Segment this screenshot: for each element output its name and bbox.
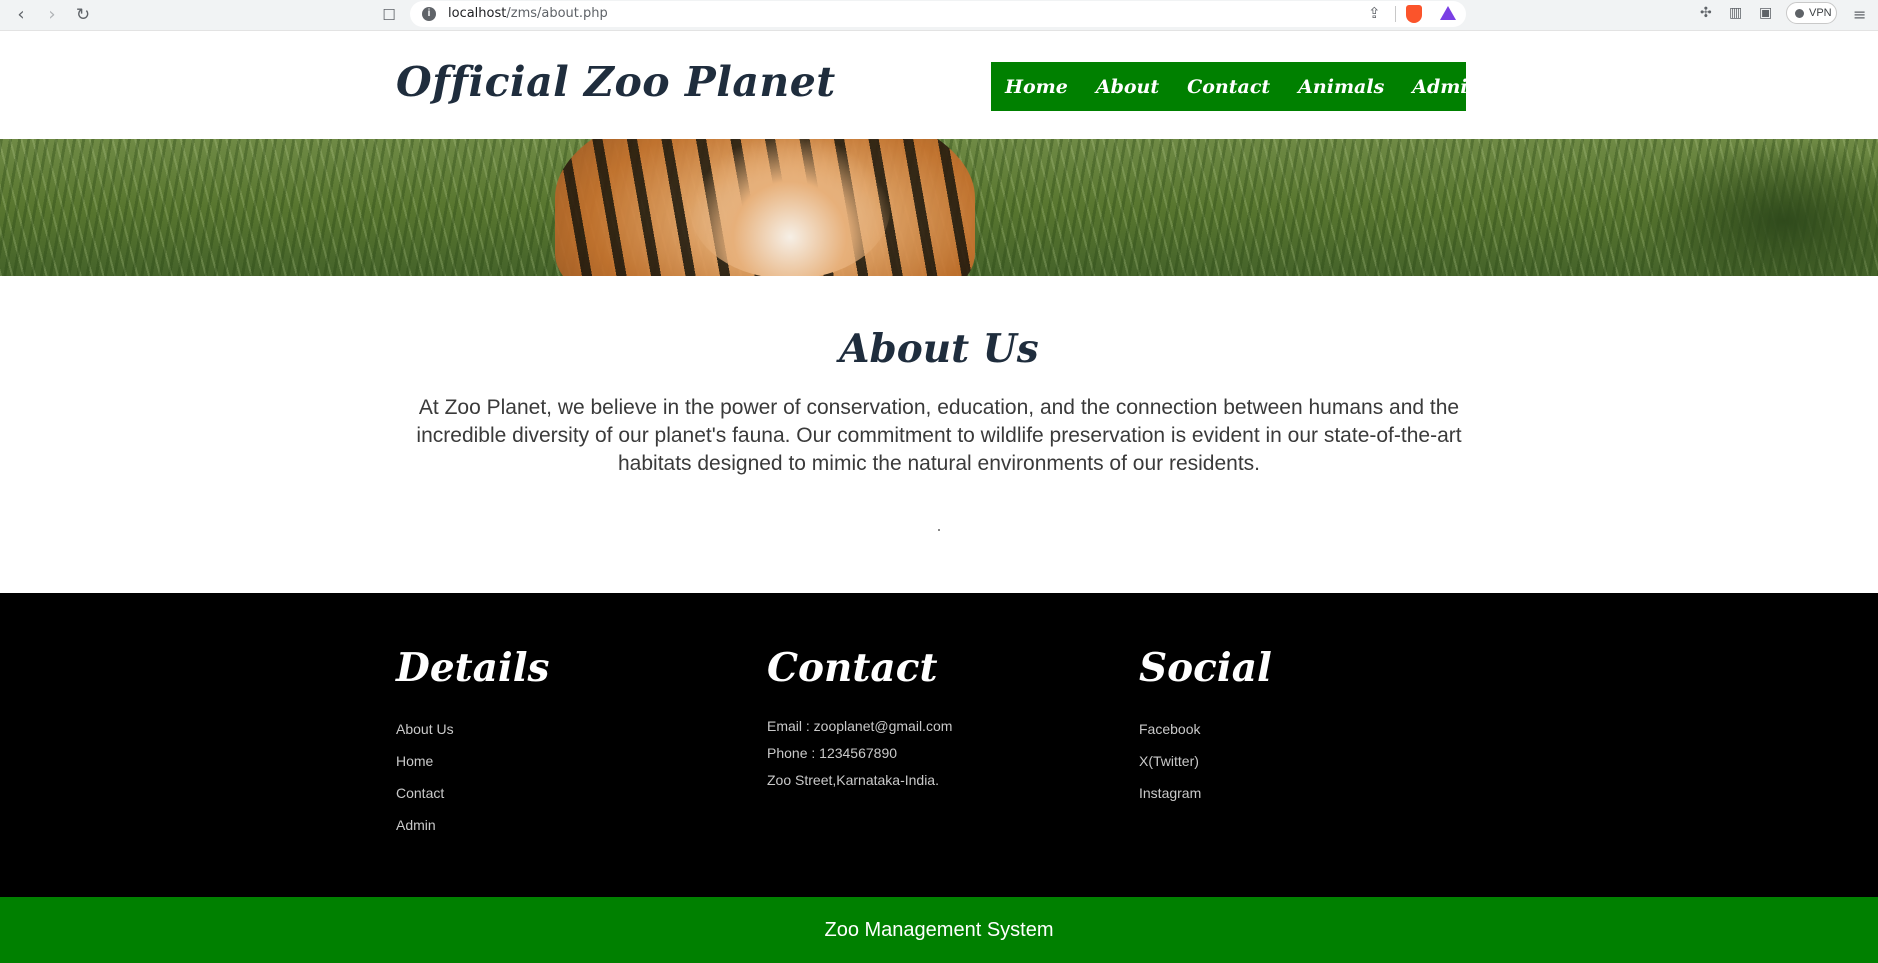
nav-home[interactable]: Home — [1005, 76, 1068, 98]
menu-icon[interactable]: ≡ — [1853, 5, 1866, 24]
site-info-icon[interactable]: i — [422, 7, 436, 21]
url-path: /zms/about.php — [506, 6, 608, 21]
footer-contact-column: Contact Email : zooplanet@gmail.com Phon… — [767, 645, 952, 794]
main-nav: Home About Contact Animals Admin — [991, 62, 1481, 111]
footer-link-facebook[interactable]: Facebook — [1139, 713, 1272, 745]
nav-contact[interactable]: Contact — [1187, 76, 1270, 98]
hero-banner-image — [0, 139, 1878, 276]
footer-social-heading: Social — [1139, 645, 1272, 691]
nav-animals[interactable]: Animals — [1298, 76, 1384, 98]
separator-dot — [938, 529, 940, 531]
nav-about[interactable]: About — [1096, 76, 1159, 98]
brave-shields-icon[interactable] — [1406, 5, 1422, 23]
footer-email: Email : zooplanet@gmail.com — [767, 718, 953, 734]
address-bar[interactable]: i localhost/zms/about.php ⇪ — [410, 1, 1466, 27]
footer-link-twitter[interactable]: X(Twitter) — [1139, 745, 1272, 777]
site-logo[interactable]: Official Zoo Planet — [396, 58, 836, 106]
sidebar-icon[interactable]: ▥ — [1729, 5, 1742, 21]
brave-rewards-icon[interactable] — [1440, 6, 1456, 20]
tiger-face-highlight — [690, 139, 890, 276]
nav-admin[interactable]: Admin — [1412, 76, 1481, 98]
footer-link-admin[interactable]: Admin — [396, 809, 550, 841]
toolbar-divider — [1395, 6, 1396, 22]
footer-address: Zoo Street,Karnataka-India. — [767, 772, 939, 788]
footer-details-column: Details About Us Home Contact Admin — [396, 645, 550, 841]
wallet-icon[interactable]: ▣ — [1759, 5, 1772, 21]
reload-icon[interactable]: ↻ — [72, 4, 94, 26]
footer-link-instagram[interactable]: Instagram — [1139, 777, 1272, 809]
vpn-button[interactable]: VPN — [1786, 2, 1837, 24]
forward-icon[interactable]: › — [41, 4, 63, 26]
footer-link-about[interactable]: About Us — [396, 713, 550, 745]
extensions-icon[interactable]: ✣ — [1700, 5, 1712, 21]
browser-toolbar: ‹ › ↻ ☐ i localhost/zms/about.php ⇪ ✣ ▥ … — [0, 0, 1878, 31]
bookmark-icon[interactable]: ☐ — [378, 4, 400, 26]
footer-social-column: Social Facebook X(Twitter) Instagram — [1139, 645, 1272, 809]
about-description: At Zoo Planet, we believe in the power o… — [416, 396, 1462, 475]
footer-bottom-bar: Zoo Management System — [0, 897, 1878, 963]
site-footer: Details About Us Home Contact Admin Cont… — [0, 593, 1878, 897]
footer-phone: Phone : 1234567890 — [767, 745, 898, 761]
footer-contact-heading: Contact — [767, 645, 938, 691]
url-text[interactable]: localhost/zms/about.php — [448, 6, 608, 21]
footer-link-contact[interactable]: Contact — [396, 777, 550, 809]
url-host: localhost — [448, 6, 507, 21]
page-title: About Us — [839, 326, 1039, 372]
vpn-label: VPN — [1809, 7, 1832, 19]
share-icon[interactable]: ⇪ — [1368, 4, 1381, 22]
vpn-status-icon — [1795, 9, 1804, 18]
footer-details-heading: Details — [396, 645, 550, 691]
back-icon[interactable]: ‹ — [10, 4, 32, 26]
footer-link-home[interactable]: Home — [396, 745, 550, 777]
grass-shadow — [1640, 139, 1878, 276]
site-header: Official Zoo Planet Home About Contact A… — [0, 32, 1878, 139]
